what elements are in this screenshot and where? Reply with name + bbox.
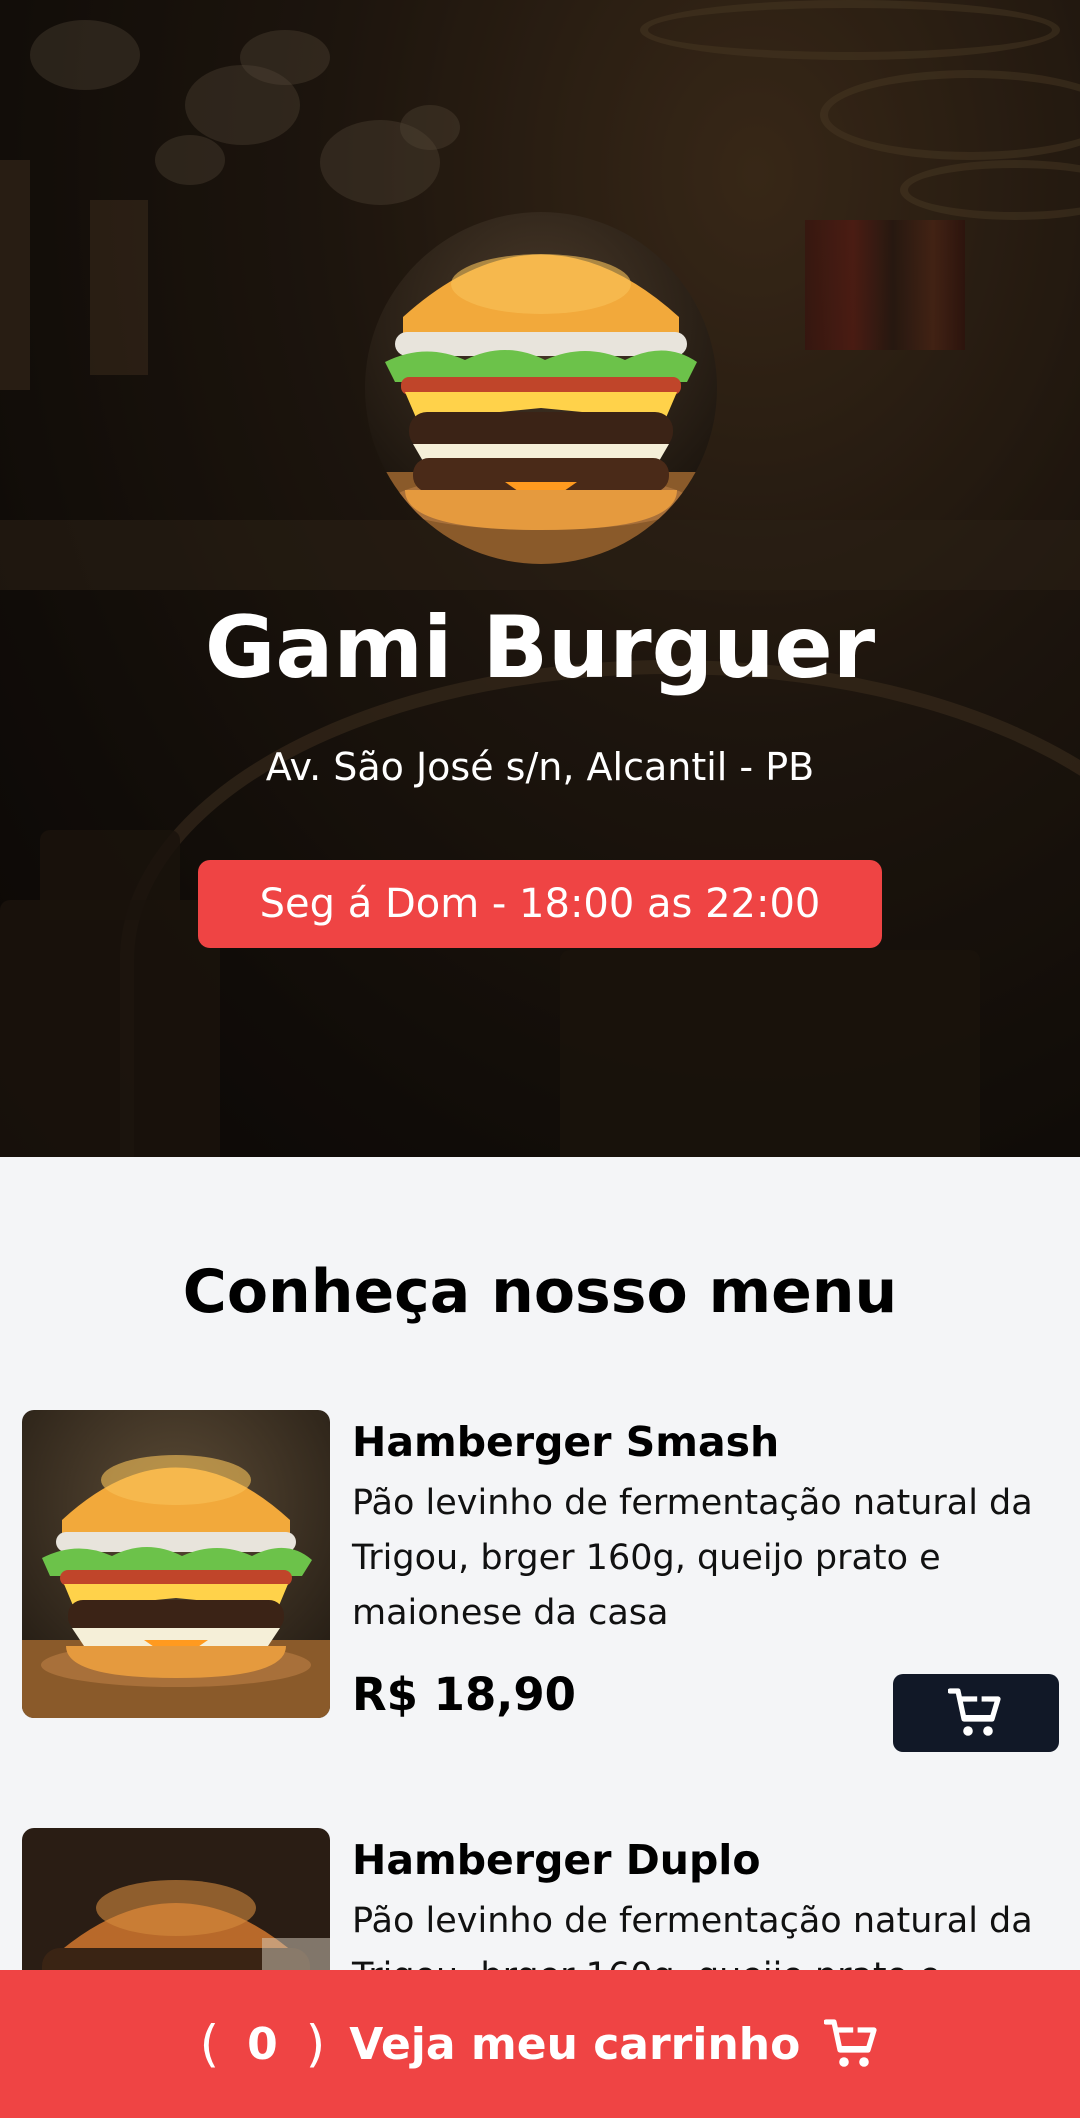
menu-item-price: R$ 18,90 [352, 1668, 576, 1721]
menu-item-image [22, 1410, 330, 1718]
restaurant-address: Av. São José s/n, Alcantil - PB [265, 745, 815, 789]
menu-item-name: Hamberger Duplo [352, 1836, 761, 1884]
opening-hours-badge: Seg á Dom - 18:00 as 22:00 [198, 860, 882, 948]
cart-count-wrapper: ( 0 ) [200, 2015, 326, 2073]
menu-heading: Conheça nosso menu [182, 1257, 898, 1327]
hero-overlay [0, 0, 1080, 1157]
cart-count-open-paren: ( [199, 2015, 220, 2073]
burger-image [365, 254, 717, 564]
restaurant-name: Gami Burguer [204, 598, 876, 698]
restaurant-logo [365, 212, 717, 564]
cart-plus-icon [948, 1688, 1001, 1736]
burger-image [22, 1410, 330, 1718]
add-to-cart-button[interactable] [893, 1674, 1059, 1752]
view-cart-button[interactable]: ( 0 ) Veja meu carrinho [0, 1970, 1080, 2118]
view-cart-label: Veja meu carrinho [349, 2018, 801, 2070]
hero-header: Gami Burguer Av. São José s/n, Alcantil … [0, 0, 1080, 1157]
cart-count-close-paren: ) [305, 2015, 326, 2073]
menu-item-name: Hamberger Smash [352, 1418, 780, 1466]
cart-plus-icon [824, 2018, 880, 2070]
menu-item-description: Pão levinho de fermentação natural da Tr… [352, 1483, 1033, 1633]
cart-count: 0 [247, 2018, 278, 2070]
